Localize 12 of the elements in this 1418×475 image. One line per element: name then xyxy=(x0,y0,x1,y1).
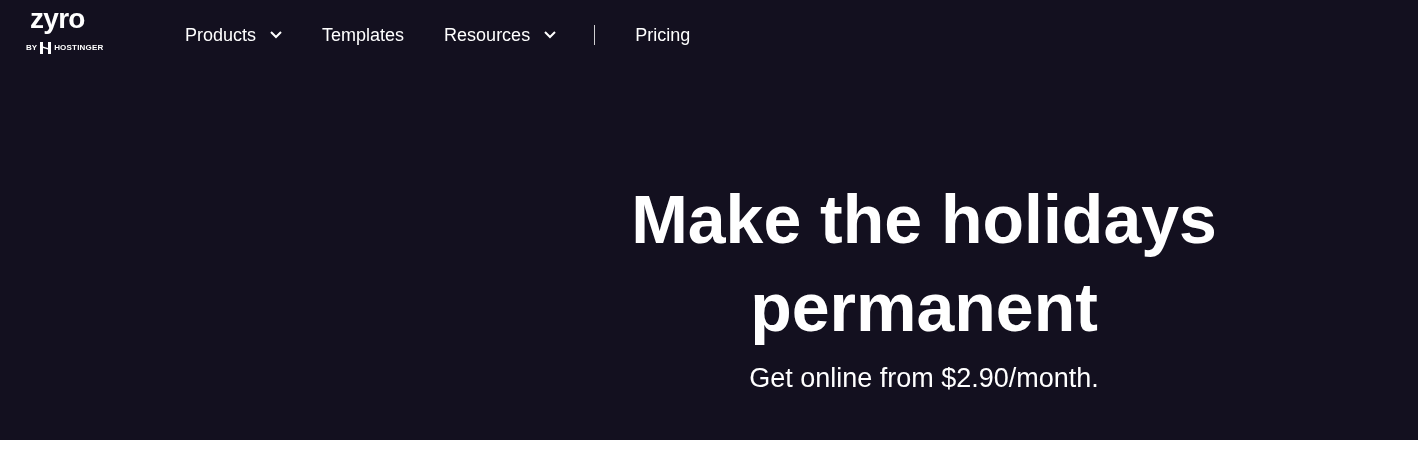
logo-wordmark[interactable]: zyro xyxy=(30,3,85,35)
chevron-down-icon[interactable] xyxy=(270,31,283,39)
hero-subtitle: Get online from $2.90/month. xyxy=(749,362,1099,395)
nav-link[interactable]: Pricing xyxy=(635,26,691,44)
hero-title: Make the holidays permanent xyxy=(630,180,1218,347)
logo-byline: BY xyxy=(26,44,38,52)
logo-byline: HOSTINGER xyxy=(54,44,104,52)
nav-link[interactable]: Resources xyxy=(444,26,557,44)
chevron-down-icon[interactable] xyxy=(544,31,557,39)
nav-link[interactable]: Products xyxy=(185,26,283,44)
nav-link[interactable]: Templates xyxy=(322,26,405,44)
company-logo-icon xyxy=(40,42,52,54)
